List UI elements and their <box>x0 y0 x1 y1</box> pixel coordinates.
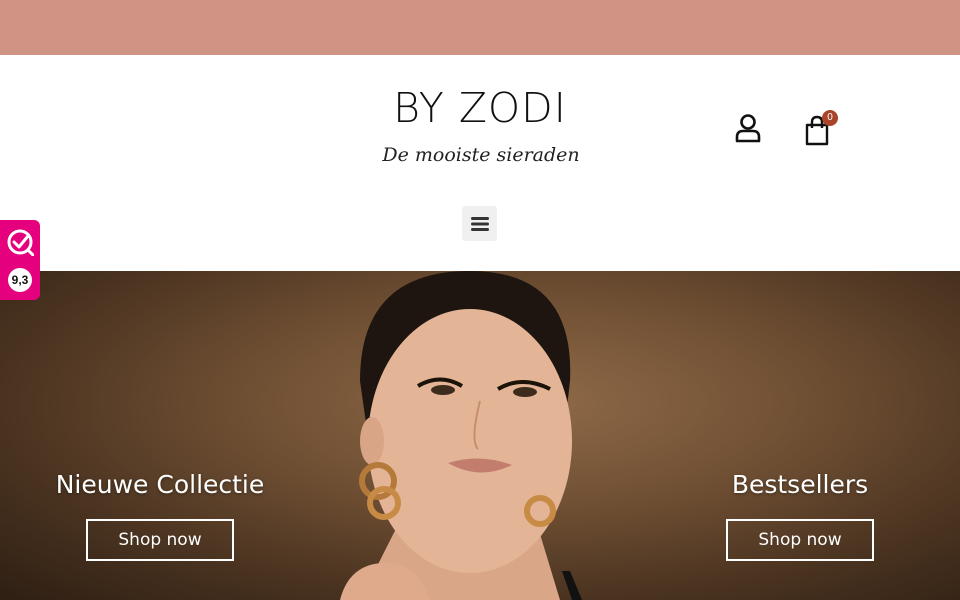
site-logo[interactable]: BY ZODI <box>380 84 580 132</box>
cart-count-badge: 0 <box>822 110 838 126</box>
site-header: BY ZODI De mooiste sieraden 0 <box>0 55 960 271</box>
promo-title-bestsellers: Bestsellers <box>731 470 869 499</box>
shop-now-button-new-collection[interactable]: Shop now <box>86 519 234 561</box>
rating-score: 9,3 <box>8 268 32 292</box>
hamburger-menu-button[interactable] <box>462 206 497 241</box>
site-tagline: De mooiste sieraden <box>382 144 580 166</box>
hero-model-image <box>340 271 582 600</box>
check-badge-icon <box>6 228 35 257</box>
top-announcement-bar <box>0 0 960 55</box>
hamburger-menu-icon <box>470 216 489 231</box>
user-icon[interactable] <box>734 113 762 143</box>
promo-title-new-collection: Nieuwe Collectie <box>55 470 265 499</box>
hero-banner: Nieuwe Collectie Shop now Bestsellers Sh… <box>0 271 960 600</box>
shop-now-button-bestsellers[interactable]: Shop now <box>726 519 874 561</box>
